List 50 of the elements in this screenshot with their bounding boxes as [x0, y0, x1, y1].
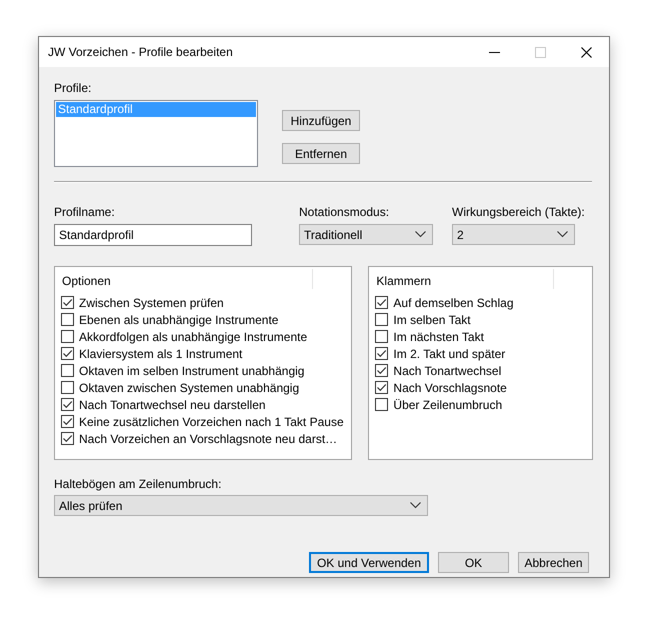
checkbox[interactable]	[375, 347, 388, 360]
checkbox[interactable]	[375, 330, 388, 343]
checkbox[interactable]	[61, 381, 74, 394]
checkbox[interactable]	[375, 364, 388, 377]
checkbox[interactable]	[61, 364, 74, 377]
field-label: Notationsmodus:	[299, 205, 390, 220]
ok-button[interactable]: OK	[438, 552, 509, 573]
remove-button[interactable]: Entfernen	[282, 143, 360, 164]
checkbox[interactable]	[61, 296, 74, 309]
checkbox-label[interactable]: Oktaven zwischen Systemen unabhängig	[79, 380, 300, 394]
field-label: Wirkungsbereich (Takte):	[452, 205, 585, 220]
checkbox-label[interactable]: Im 2. Takt und später	[393, 346, 506, 360]
checkbox-label[interactable]: Im nächsten Takt	[393, 330, 484, 344]
field-label: Profilname:	[54, 205, 115, 220]
checkbox[interactable]	[61, 313, 74, 326]
checkbox-label[interactable]: Nach Vorschlagsnote	[393, 380, 507, 394]
ties-dropdown[interactable]: Alles prüfen	[54, 495, 428, 516]
checkbox-label[interactable]: Oktaven im selben Instrument unabhängig	[79, 364, 304, 378]
checkbox[interactable]	[61, 398, 74, 411]
checkbox[interactable]	[375, 398, 388, 411]
checkbox-label[interactable]: Keine zusätzlichen Vorzeichen nach 1 Takt Pause	[79, 414, 344, 428]
field-label: Haltebögen am Zeilenumbruch:	[54, 477, 222, 492]
notation-mode-dropdown[interactable]: Traditionell	[299, 224, 433, 245]
checkbox-label[interactable]: Ebenen als unabhängige Instrumente	[79, 312, 278, 326]
checkbox[interactable]	[375, 313, 388, 326]
checkbox[interactable]	[375, 381, 388, 394]
checkbox[interactable]	[61, 415, 74, 428]
checkbox-label[interactable]: Nach Tonartwechsel	[393, 364, 502, 378]
checkbox-label[interactable]: Auf demselben Schlag	[393, 296, 514, 310]
apply-button[interactable]: OK und Verwenden	[309, 552, 429, 573]
checkbox[interactable]	[375, 296, 388, 309]
checkbox[interactable]	[61, 432, 74, 445]
scope-dropdown[interactable]: 2	[452, 224, 575, 245]
add-button[interactable]: Hinzufügen	[282, 110, 360, 131]
checkbox-label[interactable]: Über Zeilenumbruch	[393, 398, 502, 412]
checkbox-label[interactable]: Nach Vorzeichen an Vorschlagsnote neu darst…	[79, 432, 338, 446]
window-title: JW Vorzeichen - Profile bearbeiten	[48, 45, 234, 59]
group-header: Klammern	[375, 274, 432, 288]
cancel-button[interactable]: Abbrechen	[518, 552, 589, 573]
profile-name-field[interactable]: Standardprofil	[54, 224, 252, 246]
field-label: Profile:	[54, 81, 92, 96]
close-icon[interactable]	[580, 46, 592, 58]
checkbox-label[interactable]: Zwischen Systemen prüfen	[79, 296, 224, 310]
checkbox[interactable]	[61, 330, 74, 343]
checkbox-label[interactable]: Klaviersystem als 1 Instrument	[79, 346, 242, 360]
group-header: Optionen	[61, 274, 111, 288]
checkbox-label[interactable]: Im selben Takt	[393, 312, 471, 326]
checkbox[interactable]	[61, 347, 74, 360]
checkbox-label[interactable]: Nach Tonartwechsel neu darstellen	[79, 398, 266, 412]
checkbox-label[interactable]: Akkordfolgen als unabhängige Instrumente	[79, 330, 308, 344]
